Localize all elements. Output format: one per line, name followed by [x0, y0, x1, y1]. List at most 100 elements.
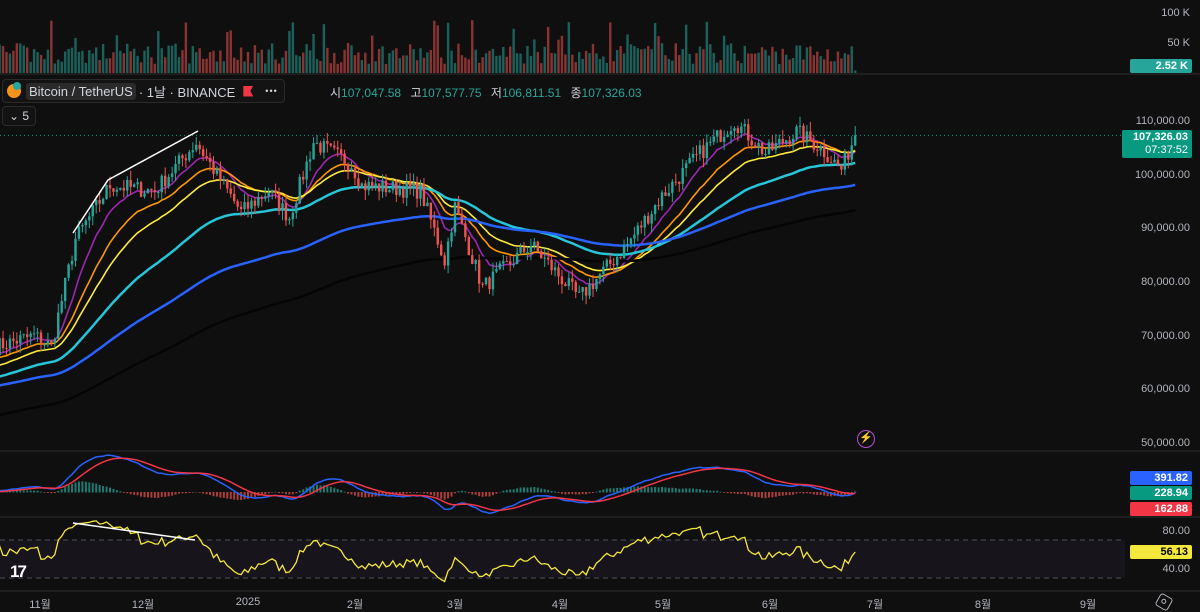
candle-body	[357, 178, 360, 187]
macd-histogram-bar	[685, 488, 688, 493]
macd-histogram-bar	[226, 492, 229, 499]
macd-line	[0, 454, 856, 515]
candle-body	[453, 202, 457, 233]
macd-histogram-bar	[491, 492, 494, 496]
macd-histogram-bar	[64, 486, 67, 493]
macd-histogram-bar	[812, 492, 815, 495]
macd-histogram-bar	[754, 492, 757, 498]
pane-separator[interactable]	[0, 450, 1200, 452]
macd-histogram-bar	[57, 490, 60, 493]
macd-histogram-bar	[281, 492, 284, 494]
pane-separator[interactable]	[0, 590, 1200, 592]
volume-bar	[640, 49, 643, 73]
volume-bar	[132, 48, 136, 73]
candle-body	[15, 340, 19, 344]
candle-body	[640, 225, 643, 228]
macd-histogram-bar	[657, 487, 660, 493]
candle-body	[260, 197, 263, 199]
macd-histogram-bar	[122, 492, 125, 493]
volume-bar	[578, 52, 581, 73]
macd-histogram-bar	[153, 492, 156, 498]
macd-histogram-bar	[440, 492, 443, 499]
macd-histogram-bar	[767, 492, 770, 498]
pane-separator[interactable]	[0, 73, 1200, 75]
volume-bar	[74, 37, 77, 73]
candle-body	[798, 125, 802, 127]
macd-histogram-bar	[67, 485, 70, 493]
symbol-name[interactable]: Bitcoin / TetherUS	[26, 82, 136, 100]
macd-histogram-bar	[443, 492, 446, 500]
volume-bar	[12, 50, 15, 73]
volume-bar	[609, 22, 612, 73]
volume-bar	[364, 52, 367, 73]
candle-body	[588, 284, 591, 296]
candle-body	[143, 193, 146, 197]
candle-body	[847, 152, 850, 160]
candle-body	[46, 340, 50, 345]
volume-bar	[688, 53, 691, 73]
candle-body	[433, 219, 436, 228]
lightning-icon[interactable]: ⚡	[857, 430, 875, 448]
volume-bar	[288, 30, 291, 73]
tradingview-logo[interactable]: 17	[10, 562, 27, 582]
moving-average-line	[0, 132, 856, 355]
candle-body	[239, 206, 243, 209]
candle-body	[395, 181, 398, 196]
volume-bar	[550, 52, 553, 73]
macd-histogram-bar	[471, 492, 474, 495]
candle-body	[633, 234, 636, 239]
flag-icon[interactable]	[243, 85, 254, 97]
volume-bar	[126, 43, 129, 73]
candle-body	[684, 163, 688, 169]
volume-bar	[77, 51, 81, 73]
volume-bar	[822, 59, 826, 73]
macd-histogram-bar	[402, 492, 405, 495]
candle-body	[164, 175, 167, 187]
macd-histogram-bar	[526, 487, 529, 493]
more-button[interactable]: •••	[265, 86, 277, 96]
candle-body	[678, 181, 681, 184]
volume-bar	[181, 50, 184, 73]
volume-bar	[371, 35, 374, 73]
macd-histogram-bar	[422, 492, 425, 494]
volume-bar	[809, 46, 812, 73]
candle-body	[512, 264, 515, 266]
candle-body	[184, 158, 188, 161]
candle-body	[246, 202, 250, 209]
volume-bar	[464, 57, 467, 73]
candle-body	[122, 187, 125, 191]
candle-body	[767, 142, 771, 154]
volume-bar	[105, 58, 108, 73]
volume-bar	[484, 53, 488, 73]
volume-bar	[357, 52, 360, 73]
pane-separator[interactable]	[0, 516, 1200, 518]
candle-body	[647, 215, 650, 224]
candle-body	[560, 276, 564, 285]
indicators-collapse-button[interactable]: ⌄ 5	[2, 106, 37, 126]
candle-body	[115, 189, 119, 192]
macd-histogram-bar	[126, 492, 129, 494]
volume-bar	[495, 55, 498, 73]
volume-bar	[50, 20, 53, 73]
candle-body	[515, 252, 519, 265]
volume-bar	[471, 20, 474, 74]
macd-histogram-bar	[612, 488, 615, 493]
candle-body	[636, 225, 640, 235]
candle-body	[226, 179, 229, 189]
volume-bar	[674, 43, 677, 73]
symbol-legend[interactable]: Bitcoin / TetherUS · 1날 · BINANCE •••	[2, 79, 285, 103]
macd-histogram-bar	[609, 488, 612, 493]
volume-bar	[250, 63, 253, 73]
candle-body	[195, 144, 198, 151]
volume-bar	[412, 49, 415, 73]
volume-bar	[650, 49, 653, 73]
macd-histogram-bar	[709, 490, 712, 493]
candle-body	[660, 192, 664, 207]
macd-histogram-bar	[278, 492, 281, 494]
volume-bar	[405, 55, 408, 73]
volume-bar	[233, 57, 236, 73]
candle-body	[488, 277, 491, 290]
candle-body	[460, 213, 464, 224]
macd-histogram-bar	[581, 492, 584, 495]
moving-average-line	[0, 145, 856, 366]
